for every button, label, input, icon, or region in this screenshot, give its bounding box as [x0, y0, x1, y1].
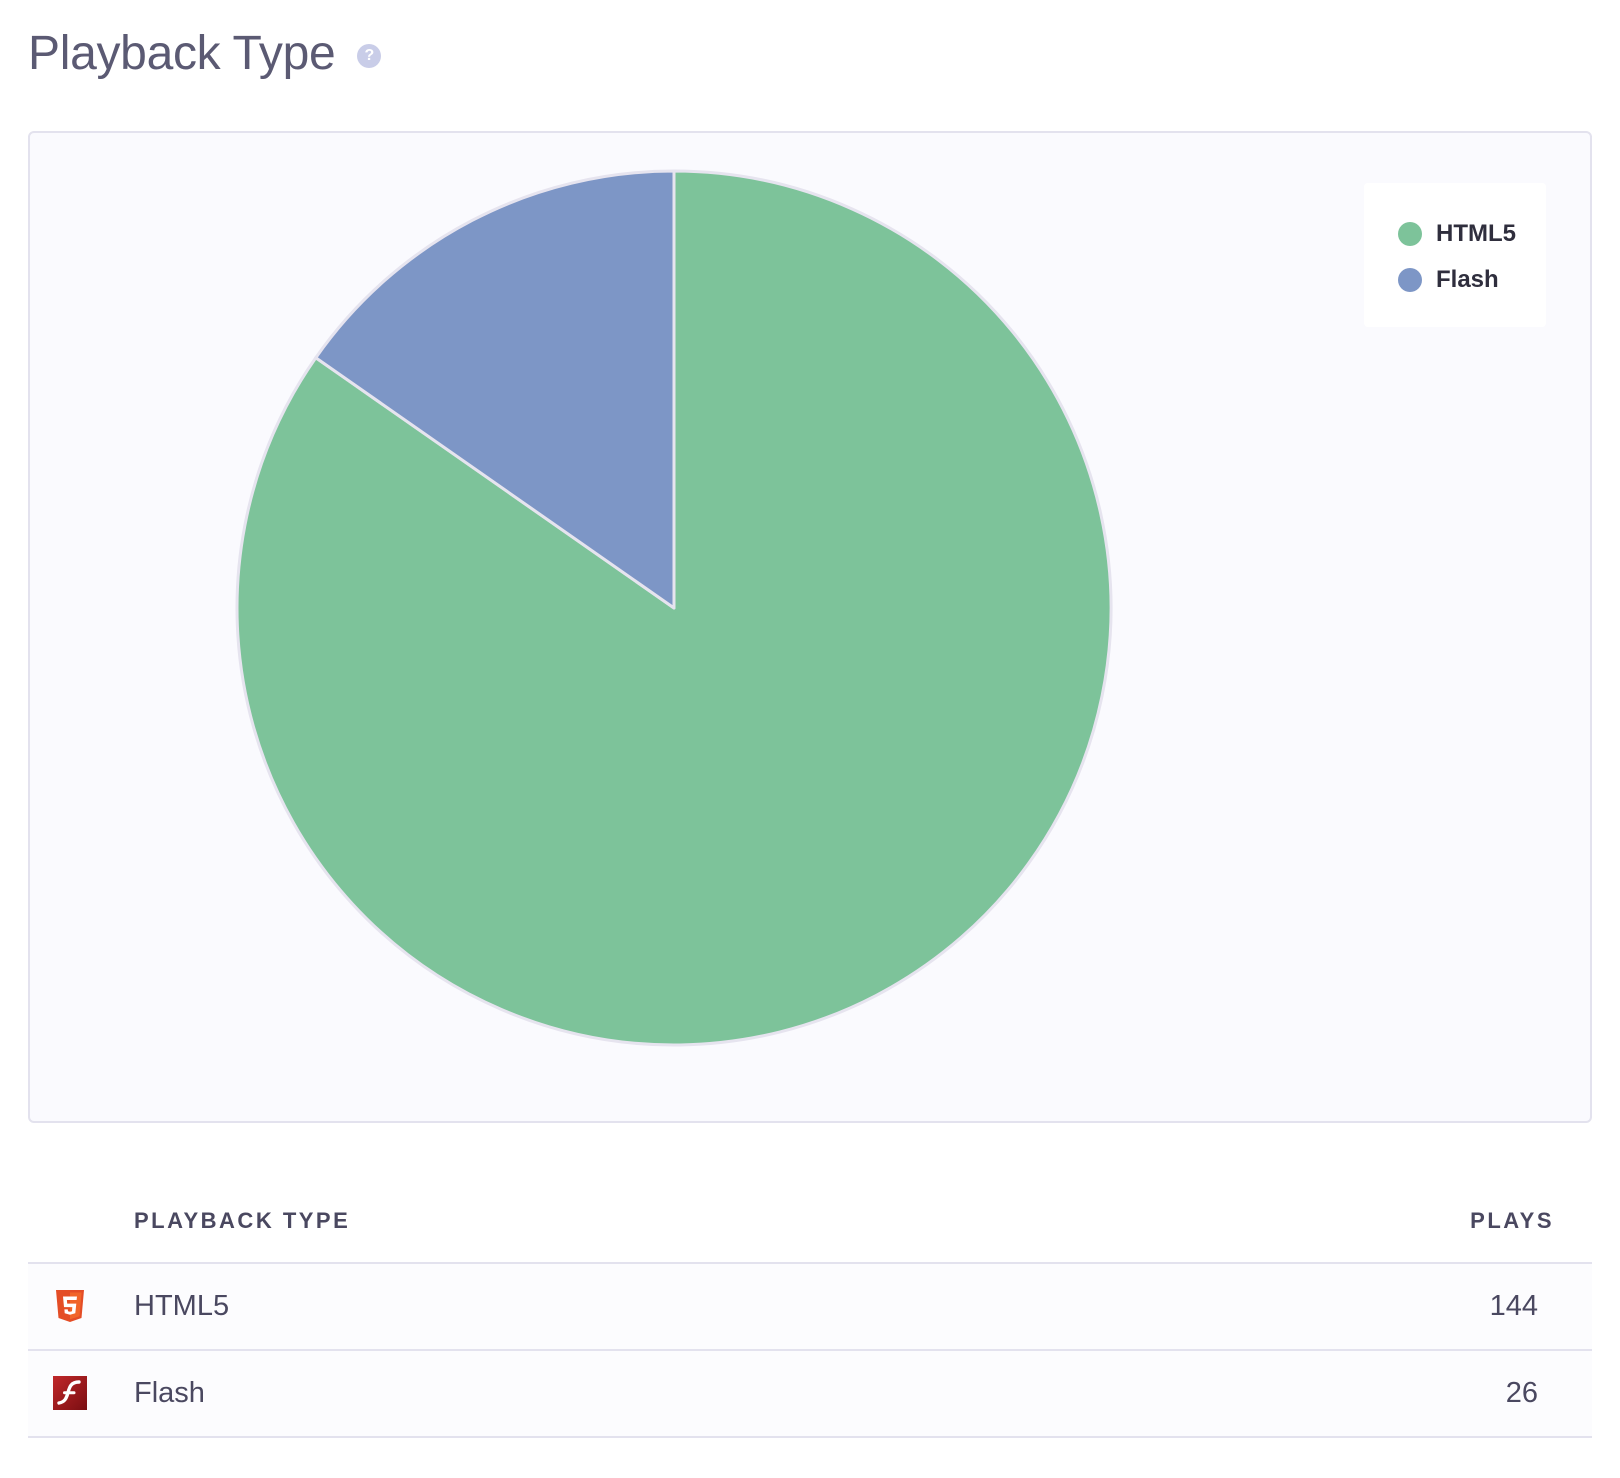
column-header-plays[interactable]: PLAYS	[1470, 1208, 1554, 1234]
legend-swatch-flash	[1398, 268, 1422, 292]
table-row: HTML5 144	[28, 1264, 1592, 1351]
legend-label-html5: HTML5	[1436, 220, 1516, 247]
legend-swatch-html5	[1398, 222, 1422, 246]
question-circle-icon[interactable]: ?	[357, 43, 382, 68]
legend-label-flash: Flash	[1436, 266, 1499, 293]
row-plays: 26	[1505, 1377, 1538, 1409]
flash-icon	[53, 1376, 87, 1410]
column-header-playback-type[interactable]: PLAYBACK TYPE	[134, 1208, 350, 1234]
row-label: HTML5	[134, 1290, 230, 1322]
table-row: Flash 26	[28, 1351, 1592, 1438]
chart-legend: HTML5 Flash	[1364, 183, 1546, 327]
pie-chart	[235, 169, 1113, 1047]
playback-table: PLAYBACK TYPE PLAYS HTML5 144 Flash 26	[28, 1190, 1592, 1438]
header: Playback Type ?	[28, 26, 382, 81]
html5-icon	[56, 1290, 84, 1322]
chart-card: HTML5 Flash	[28, 131, 1592, 1123]
page-title: Playback Type	[28, 27, 336, 80]
table-header: PLAYBACK TYPE PLAYS	[28, 1190, 1592, 1264]
legend-item-flash[interactable]: Flash	[1398, 257, 1546, 303]
legend-item-html5[interactable]: HTML5	[1398, 211, 1546, 257]
row-plays: 144	[1489, 1290, 1538, 1322]
row-label: Flash	[134, 1377, 205, 1409]
